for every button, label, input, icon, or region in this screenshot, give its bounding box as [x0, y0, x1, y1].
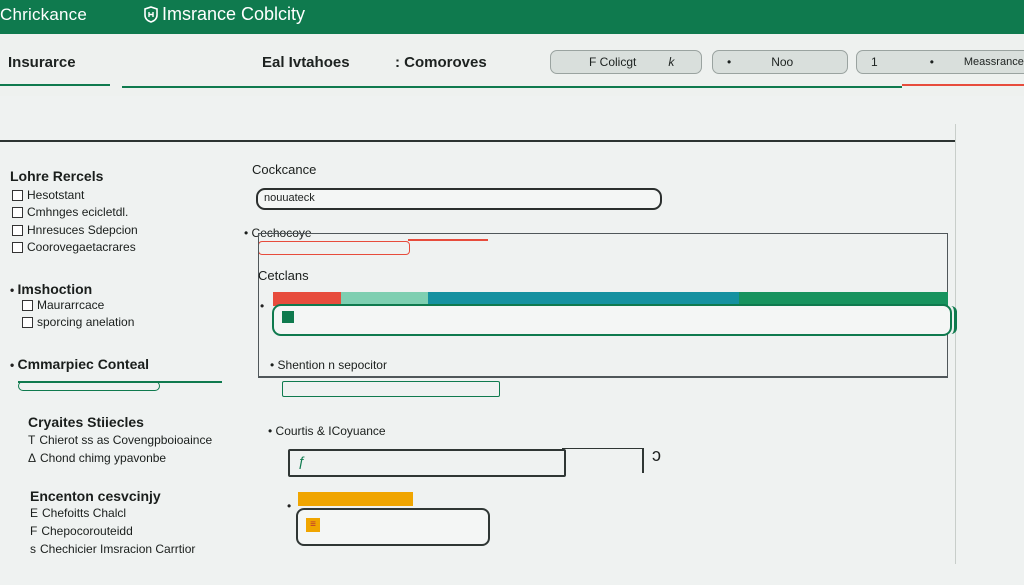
sidebar-checkbox-item[interactable]: Hnresuces Sdepcion: [12, 223, 138, 237]
content-panel: Lohre Rercels Hesotstant Cmhnges eciclet…: [0, 96, 1024, 585]
input-connector: [562, 448, 644, 473]
list-marker: Δ: [28, 451, 37, 465]
sidebar-checkbox-item[interactable]: Hesotstant: [12, 188, 84, 202]
list-marker: F: [30, 524, 38, 538]
bullet-icon: •: [10, 283, 18, 297]
checkbox-icon[interactable]: [12, 241, 23, 253]
shield-icon: [144, 6, 158, 23]
sidebar-item-label: Hesotstant: [27, 188, 85, 202]
list-marker: s: [30, 542, 36, 556]
checkbox-icon[interactable]: [12, 224, 23, 236]
sidebar-list-item[interactable]: Δ Chond chimg ypavonbe: [28, 451, 166, 465]
sidebar-section-title-2: • Imshoction: [10, 281, 92, 297]
list-marker: T: [28, 433, 36, 447]
sidebar-section-title-5: Encenton cesvcinjy: [30, 488, 161, 504]
field-label-3: Cetclans: [258, 268, 309, 283]
bullet-icon: •: [268, 424, 276, 438]
form-group-bottom: [258, 376, 948, 378]
select-pill[interactable]: • Noo: [712, 50, 848, 74]
sidebar-item-label: sporcing anelation: [37, 315, 135, 329]
filter-pill[interactable]: 1 • Meassrance: [856, 50, 1024, 74]
sort-icon: •: [929, 55, 934, 69]
sidebar-list-item[interactable]: T Chierot ss as Covengpboioaince: [28, 433, 212, 447]
text-input-primary[interactable]: nouuateck: [256, 188, 662, 210]
sidebar-item-label: Chond chimg ypavonbe: [40, 451, 167, 465]
edit-icon: k: [668, 55, 675, 69]
sidebar-checkbox-item[interactable]: Coorovegaetacrares: [12, 240, 136, 254]
field-label-text: Shention n sepocitor: [277, 358, 387, 372]
bullet-icon: •: [260, 299, 265, 313]
bullet-icon: •: [10, 358, 18, 372]
text-input-coverage[interactable]: ƒ: [288, 449, 566, 477]
header-underline-accent: [902, 84, 1024, 86]
amber-bar: [298, 492, 413, 506]
tab-secondary[interactable]: : Comoroves: [395, 54, 487, 71]
sidebar-section-title-1: Lohre Rercels: [10, 168, 104, 184]
field-label-5: • Courtis & ICoyuance: [268, 424, 386, 438]
function-icon: ƒ: [298, 453, 306, 469]
page-title: Insurarce: [8, 54, 76, 71]
filter-pill-marker: 1: [871, 55, 878, 69]
sidebar-item-label: Chepocorouteidd: [41, 524, 133, 538]
sidebar-section-label: Imshoction: [17, 281, 93, 297]
search-pill[interactable]: F Colicgt k: [550, 50, 702, 74]
sidebar-list-item[interactable]: s Chechicier Imsracion Carrtior: [30, 542, 195, 556]
sidebar-item-label: Chierot ss as Covengpboioaince: [39, 433, 213, 447]
sidebar-list-item[interactable]: F Chepocorouteidd: [30, 524, 133, 538]
filter-pill-label: Meassrance: [963, 56, 1024, 68]
header-underline-main: [122, 86, 902, 88]
sidebar-list-item[interactable]: E Chefoitts Chalcl: [30, 506, 126, 520]
select-pill-label: Noo: [771, 55, 794, 69]
bullet-icon: •: [287, 499, 292, 513]
tab-primary[interactable]: Eal Ivtahoes: [262, 54, 350, 71]
input-end-cap: [948, 306, 957, 334]
text-input-secondary[interactable]: [282, 381, 500, 397]
panel-edge: [955, 124, 956, 564]
sidebar-checkbox-item[interactable]: Maurarrcace: [22, 298, 104, 312]
checkbox-icon[interactable]: [22, 316, 33, 328]
bullet-icon: •: [727, 55, 732, 69]
sidebar-item-label: Cmhnges ecicletdl.: [27, 205, 129, 219]
title-bar: Chrickance Imsrance Coblcity: [0, 0, 1024, 34]
sidebar-checkbox-item[interactable]: sporcing anelation: [22, 315, 134, 329]
sidebar-item-label: Chefoitts Chalcl: [42, 506, 127, 520]
document-icon: [282, 311, 294, 323]
header-bar: Insurarce Eal Ivtahoes : Comoroves F Col…: [0, 34, 1024, 96]
sidebar-item-label: Hnresuces Sdepcion: [27, 223, 138, 237]
checkbox-icon[interactable]: [12, 206, 23, 218]
list-icon: ≡: [306, 518, 320, 532]
sidebar-item-label: Coorovegaetacrares: [27, 240, 136, 254]
checkbox-icon[interactable]: [12, 189, 23, 201]
brand-title: Imsrance Coblcity: [162, 4, 306, 24]
sidebar-checkbox-item[interactable]: Cmhnges ecicletdl.: [12, 205, 128, 219]
panel-divider: [0, 140, 955, 142]
text-input-highlighted[interactable]: [272, 304, 952, 336]
app-title: Chrickance: [0, 5, 88, 24]
sidebar-slider-track: [18, 381, 222, 383]
sidebar-section-label: Cmmarpiec Conteal: [17, 356, 150, 372]
sidebar-item-label: Maurarrcace: [37, 298, 105, 312]
sidebar-section-title-3: • Cmmarpiec Conteal: [10, 356, 149, 372]
field-label-text: Courtis & ICoyuance: [275, 424, 386, 438]
field-label-1: Cockcance: [252, 162, 317, 177]
sidebar-item-label: Chechicier Imsracion Carrtior: [40, 542, 196, 556]
field-label-4: • Shention n sepocitor: [270, 358, 387, 372]
text-input-value: nouuateck: [264, 192, 315, 204]
sidebar-section-title-4: Cryaites Stiiecles: [28, 414, 144, 430]
checkbox-icon[interactable]: [22, 299, 33, 311]
refresh-icon[interactable]: ↄ: [652, 445, 661, 466]
bullet-icon: •: [244, 226, 252, 240]
search-pill-label: F Colicgt: [589, 55, 637, 69]
bullet-icon: •: [270, 358, 278, 372]
list-marker: E: [30, 506, 39, 520]
text-input-exception[interactable]: ≡: [296, 508, 490, 546]
header-underline-left: [0, 84, 110, 86]
